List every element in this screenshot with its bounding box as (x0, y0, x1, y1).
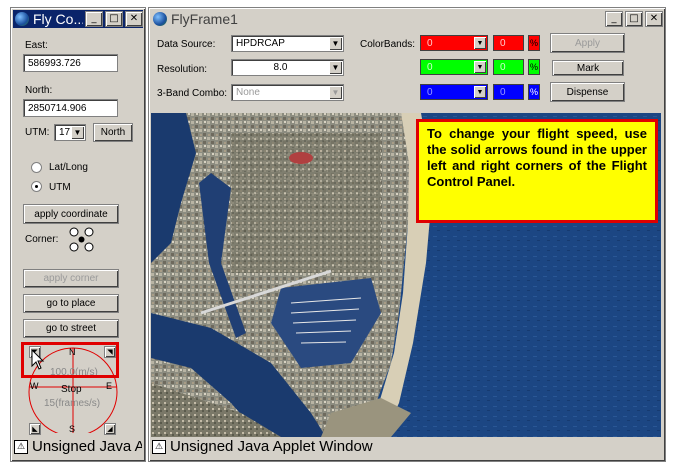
resolution-select[interactable]: 8.0 ▼ (231, 59, 344, 76)
globe-icon (153, 12, 167, 26)
blue-band-second-value: 0 (500, 86, 506, 98)
data-source-label: Data Source: (157, 39, 216, 50)
warning-icon: ⚠ (14, 439, 28, 454)
utm-radio-label: UTM (49, 182, 71, 193)
instruction-callout: To change your flight speed, use the sol… (416, 119, 658, 223)
green-percent-toggle[interactable]: % (528, 59, 540, 75)
east-input[interactable]: 586993.726 (23, 54, 118, 72)
blue-band-value: 0 (427, 86, 433, 98)
corner-label: Corner: (25, 234, 59, 245)
minimize-icon[interactable]: _ (85, 11, 103, 27)
compass-south-label: S (69, 424, 76, 434)
frame-rate-readout: 15(frames/s) (44, 398, 101, 409)
mouse-cursor-icon (31, 349, 45, 370)
close-icon[interactable]: ✕ (645, 11, 663, 27)
north-input[interactable]: 2850714.906 (23, 99, 118, 117)
north-label: North: (25, 85, 53, 96)
chevron-down-icon[interactable]: ▼ (474, 37, 486, 49)
resolution-value: 8.0 (273, 62, 288, 73)
window-title: Fly Co... (33, 11, 83, 27)
flight-control-titlebar[interactable]: Fly Co... _ □ ✕ (13, 10, 143, 28)
chevron-down-icon[interactable]: ▼ (329, 37, 342, 50)
window-title: FlyFrame1 (171, 11, 238, 27)
maximize-icon[interactable]: □ (625, 11, 643, 27)
band-combo-value: None (236, 87, 260, 98)
chevron-down-icon[interactable]: ▼ (329, 86, 342, 99)
bottom-right-arrow-icon[interactable]: ◢ (104, 423, 116, 435)
green-band-second[interactable]: 0 (493, 59, 524, 75)
blue-band-select[interactable]: 0 ▼ (420, 84, 488, 100)
control-status-bar: ⚠ Unsigned Java Applet Window (12, 438, 142, 455)
fly-frame-titlebar[interactable]: FlyFrame1 _ □ ✕ (151, 10, 663, 28)
latlong-radio[interactable] (31, 162, 42, 173)
chevron-down-icon[interactable]: ▼ (329, 61, 342, 74)
red-band-select[interactable]: 0 ▼ (420, 35, 488, 51)
latlong-label: Lat/Long (49, 162, 88, 173)
apply-corner-button[interactable]: apply corner (23, 269, 119, 288)
green-band-second-value: 0 (500, 61, 506, 73)
utm-zone-select[interactable]: 17 ▼ (54, 124, 86, 141)
apply-button[interactable]: Apply (550, 33, 625, 53)
compass-west-label: W (30, 381, 39, 391)
chevron-down-icon[interactable]: ▼ (71, 126, 84, 139)
status-text: Unsigned Java Applet Window (32, 438, 142, 455)
frame-status-bar: ⚠ Unsigned Java Applet Window (150, 438, 662, 455)
red-band-value: 0 (427, 37, 433, 49)
compass-east-label: E (106, 381, 113, 391)
chevron-down-icon[interactable]: ▼ (474, 86, 486, 98)
stop-button[interactable]: Stop (61, 384, 82, 395)
green-band-value: 0 (427, 61, 433, 73)
utm-label: UTM: (25, 127, 50, 138)
bottom-left-arrow-icon[interactable]: ◣ (29, 423, 41, 435)
warning-icon: ⚠ (152, 439, 166, 454)
red-band-second-value: 0 (500, 37, 506, 49)
green-band-select[interactable]: 0 ▼ (420, 59, 488, 75)
close-icon[interactable]: ✕ (125, 11, 143, 27)
utm-radio[interactable] (31, 181, 42, 192)
resolution-label: Resolution: (157, 64, 208, 75)
go-to-street-button[interactable]: go to street (23, 319, 119, 338)
data-source-select[interactable]: HPDRCAP ▼ (231, 35, 344, 52)
corner-selector-icon[interactable] (67, 225, 97, 255)
chevron-down-icon[interactable]: ▼ (474, 61, 486, 73)
east-label: East: (25, 40, 48, 51)
status-text: Unsigned Java Applet Window (170, 438, 373, 455)
band-combo-select[interactable]: None ▼ (231, 84, 344, 101)
mark-button[interactable]: Mark (552, 60, 624, 76)
blue-percent-toggle[interactable]: % (528, 84, 540, 100)
data-source-value: HPDRCAP (236, 38, 285, 49)
dispense-button[interactable]: Dispense (550, 82, 625, 102)
maximize-icon[interactable]: □ (105, 11, 123, 27)
north-button[interactable]: North (93, 123, 133, 142)
red-band-second[interactable]: 0 (493, 35, 524, 51)
blue-band-second[interactable]: 0 (493, 84, 524, 100)
red-percent-toggle[interactable]: % (528, 35, 540, 51)
globe-icon (15, 12, 29, 26)
go-to-place-button[interactable]: go to place (23, 294, 119, 313)
apply-coordinate-button[interactable]: apply coordinate (23, 204, 119, 224)
minimize-icon[interactable]: _ (605, 11, 623, 27)
color-bands-label: ColorBands: (360, 39, 416, 50)
utm-zone-value: 17 (59, 127, 71, 138)
band-combo-label: 3-Band Combo: (157, 88, 228, 99)
